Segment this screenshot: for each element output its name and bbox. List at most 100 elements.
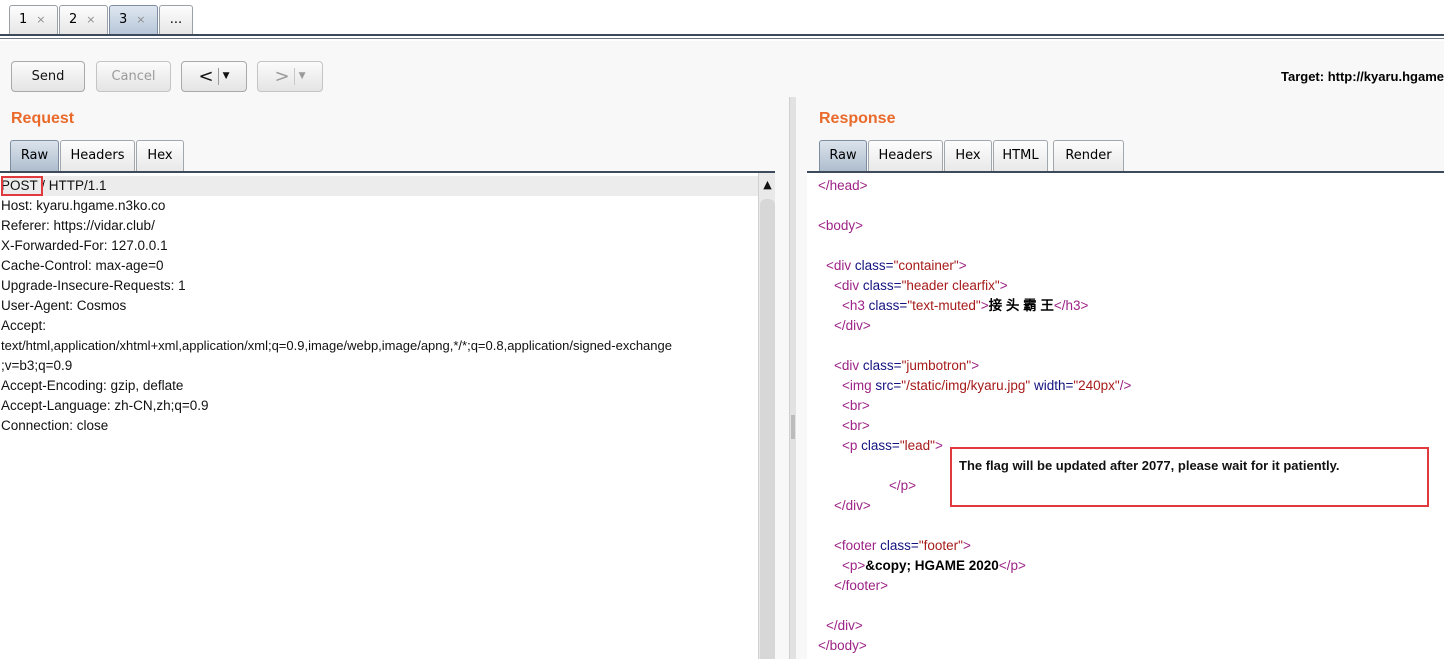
request-tab-headers[interactable]: Headers — [60, 140, 135, 171]
html-tag: > — [980, 298, 989, 313]
html-tag: </div> — [834, 318, 871, 333]
response-line: </body> — [818, 636, 867, 656]
request-line: ;v=b3;q=0.9 — [1, 358, 73, 373]
tab-label: 2 — [69, 12, 78, 27]
response-line: </p> — [889, 476, 916, 496]
vertical-scrollbar[interactable]: ▲ — [758, 173, 775, 659]
tab-bar-divider — [0, 34, 1444, 36]
request-line: Referer: https://vidar.club/ — [1, 218, 155, 233]
response-line: <p>&copy; HGAME 2020</p> — [842, 556, 1026, 576]
html-tag: /> — [1119, 378, 1132, 393]
response-line: </footer> — [834, 576, 888, 596]
close-icon[interactable]: × — [36, 13, 45, 26]
response-line: </head> — [818, 176, 868, 196]
back-button[interactable]: < ▼ — [181, 61, 247, 92]
separator — [217, 68, 219, 85]
response-line: <br> — [842, 396, 870, 416]
request-line: text/html,application/xhtml+xml,applicat… — [1, 338, 672, 353]
new-tab-button[interactable]: ... — [159, 5, 193, 34]
response-panel: Response Raw Headers Hex HTML Render </h… — [796, 97, 1444, 659]
repeater-tab-2[interactable]: 2 × — [59, 5, 108, 34]
html-tag: <h3 — [842, 298, 865, 313]
response-tab-headers[interactable]: Headers — [868, 140, 943, 171]
divider-grip[interactable] — [791, 415, 795, 439]
tab-label: 1 — [19, 12, 28, 27]
close-icon[interactable]: × — [136, 13, 145, 26]
forward-button[interactable]: > ▼ — [257, 61, 323, 92]
html-value: "header clearfix" — [901, 278, 1000, 293]
tab-bar-divider — [0, 38, 1444, 39]
request-line: Accept: — [1, 318, 47, 333]
request-panel: Request Raw Headers Hex POST / HTTP/1.1 … — [0, 97, 789, 659]
html-value: "/static/img/kyaru.jpg" — [901, 378, 1031, 393]
response-line: <body> — [818, 216, 863, 236]
method-highlight-box — [1, 176, 43, 196]
close-icon[interactable]: × — [86, 13, 95, 26]
send-button[interactable]: Send — [11, 61, 85, 92]
html-tag: <body> — [818, 218, 864, 233]
back-arrow-icon: < — [198, 66, 214, 87]
response-line: <h3 class="text-muted">接 头 霸 王</h3> — [842, 296, 1088, 316]
html-value: "jumbotron" — [901, 358, 972, 373]
response-line: </div> — [834, 316, 871, 336]
response-tab-render[interactable]: Render — [1053, 140, 1124, 171]
scrollbar-thumb[interactable] — [760, 199, 775, 659]
response-line: <footer class="footer"> — [834, 536, 971, 556]
html-attr: class= — [868, 298, 908, 313]
html-value: "container" — [893, 258, 959, 273]
html-tag: <div — [834, 278, 860, 293]
chevron-down-icon[interactable]: ▼ — [299, 71, 306, 81]
html-tag: <p — [842, 438, 858, 453]
request-line: Accept-Language: zh-CN,zh;q=0.9 — [1, 398, 209, 413]
html-tag: > — [971, 358, 980, 373]
toolbar: Send Cancel < ▼ > ▼ Target: http://kyaru.h… — [0, 41, 1444, 97]
flag-highlight-box — [950, 447, 1429, 507]
request-line: Cache-Control: max-age=0 — [1, 258, 164, 273]
repeater-tab-3[interactable]: 3 × — [109, 5, 158, 34]
tab-label: 3 — [119, 12, 128, 27]
response-title: Response — [819, 110, 896, 127]
html-attr: src= — [875, 378, 902, 393]
request-editor[interactable]: POST / HTTP/1.1 Host: kyaru.hgame.n3ko.c… — [0, 173, 775, 659]
response-line: </div> — [834, 496, 871, 516]
html-tag: </p> — [889, 478, 917, 493]
html-value: "lead" — [899, 438, 935, 453]
html-text: &copy; HGAME 2020 — [865, 558, 999, 573]
html-tag: </div> — [826, 618, 863, 633]
response-line: </div> — [826, 616, 863, 636]
html-tag: <footer — [834, 538, 877, 553]
html-value: "text-muted" — [907, 298, 981, 313]
chevron-down-icon[interactable]: ▼ — [223, 71, 230, 81]
html-tag: </h3> — [1053, 298, 1089, 313]
cancel-button[interactable]: Cancel — [96, 61, 171, 92]
repeater-tab-bar: 1 × 2 × 3 × ... — [0, 0, 1444, 41]
html-attr: class= — [862, 358, 902, 373]
html-tag: <div — [834, 358, 860, 373]
html-attr: width= — [1033, 378, 1074, 393]
html-tag: <br> — [842, 418, 870, 433]
response-editor[interactable]: </head> <body> <div class= "container" > <… — [807, 173, 1444, 659]
request-tab-raw[interactable]: Raw — [10, 140, 59, 171]
request-line: Upgrade-Insecure-Requests: 1 — [1, 278, 186, 293]
split-divider[interactable] — [789, 97, 796, 659]
request-title: Request — [11, 110, 75, 127]
scroll-up-icon[interactable]: ▲ — [759, 175, 775, 195]
repeater-tab-1[interactable]: 1 × — [9, 5, 58, 34]
response-tab-raw[interactable]: Raw — [819, 140, 867, 171]
html-tag: > — [962, 538, 971, 553]
separator — [293, 68, 295, 85]
target-label[interactable]: Target: http://kyaru.hgame — [1281, 69, 1444, 84]
html-value: "240px" — [1073, 378, 1120, 393]
html-tag: > — [999, 278, 1008, 293]
html-value: "footer" — [918, 538, 963, 553]
request-line: User-Agent: Cosmos — [1, 298, 127, 313]
response-line: <br> — [842, 416, 870, 436]
request-tab-hex[interactable]: Hex — [136, 140, 184, 171]
response-line: <p class="lead"> — [842, 436, 943, 456]
response-tab-hex[interactable]: Hex — [944, 140, 992, 171]
html-text: 接 头 霸 王 — [988, 298, 1054, 313]
response-tab-html[interactable]: HTML — [993, 140, 1048, 171]
html-attr: class= — [880, 538, 919, 553]
request-line: Host: kyaru.hgame.n3ko.co — [1, 198, 166, 213]
html-tag: > — [934, 438, 943, 453]
